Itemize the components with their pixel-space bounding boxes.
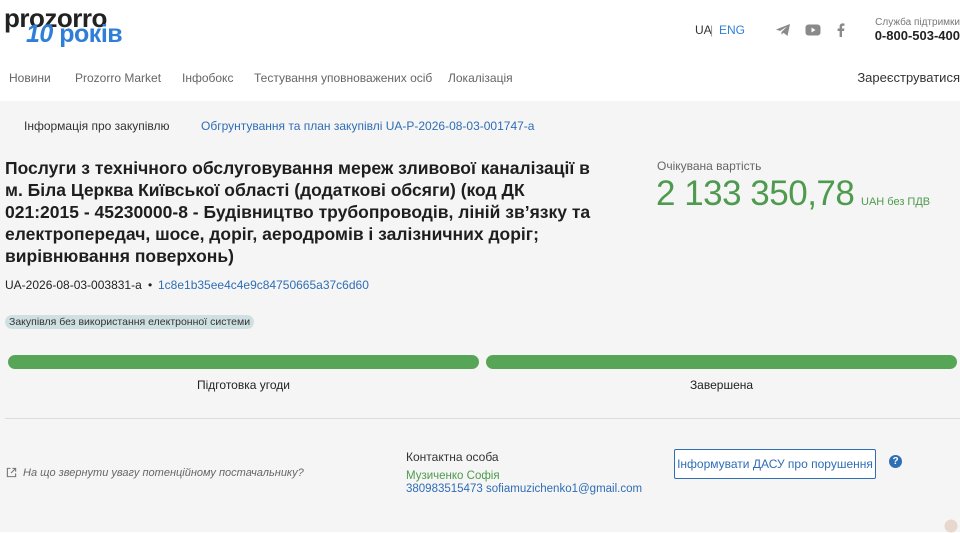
stage-progress-bar-preparation (8, 355, 479, 369)
nav-item-infobox[interactable]: Інфобокс (182, 71, 233, 85)
nav-item-testing[interactable]: Тестування уповноважених осіб (254, 71, 432, 85)
telegram-icon[interactable] (775, 22, 791, 38)
expected-value-currency: UAH без ПДВ (861, 196, 931, 208)
report-violation-button[interactable]: Інформувати ДАСУ про порушення (674, 449, 876, 479)
youtube-icon[interactable] (805, 22, 821, 38)
supplier-hint-link[interactable]: На що звернути увагу потенційному постач… (23, 467, 304, 479)
support-label: Служба підтримки (875, 17, 960, 28)
tender-title: Послуги з технічного обслуговування мере… (5, 158, 591, 266)
scroll-top-icon[interactable] (944, 519, 958, 533)
help-icon[interactable]: ? (889, 455, 902, 468)
contact-person-name: Музиченко Софія (406, 470, 500, 482)
nav-item-market[interactable]: Prozorro Market (75, 71, 161, 85)
lang-eng-link[interactable]: ENG (719, 23, 745, 37)
lang-separator: | (710, 23, 714, 37)
logo-anniversary: 10 років (26, 20, 123, 48)
stage-progress-bar-completed (486, 355, 957, 369)
expected-value-amount: 2 133 350,78 (656, 174, 855, 213)
expected-value-label: Очікувана вартість (657, 159, 762, 173)
stage-label-completed: Завершена (689, 378, 754, 392)
logo-anniversary-number: 10 (26, 20, 53, 48)
logo-anniversary-word: років (59, 20, 123, 48)
nav-item-news[interactable]: Новини (9, 71, 51, 85)
contact-person-label: Контактна особа (406, 450, 499, 464)
tender-id: UA-2026-08-03-003831-a (5, 278, 142, 292)
tab-procurement-info[interactable]: Інформація про закупівлю (24, 119, 169, 133)
register-link[interactable]: Зареєструватися (857, 70, 960, 85)
tender-hash-link[interactable]: 1c8e1b35ee4c4e9c84750665a37c6d60 (158, 278, 369, 292)
support-phone[interactable]: 0-800-503-400 (840, 28, 960, 43)
procurement-plan-link[interactable]: Обгрунтування та план закупівлі UA-P-202… (201, 119, 534, 133)
procurement-type-badge: Закупівля без використання електронної с… (5, 315, 255, 329)
nav-item-localization[interactable]: Локалізація (448, 71, 513, 85)
external-link-icon[interactable] (6, 467, 17, 478)
section-divider (5, 418, 960, 419)
id-separator: • (148, 278, 153, 292)
contact-person-details[interactable]: 380983515473 sofiamuzichenko1@gmail.com (406, 483, 642, 495)
stage-label-preparation: Підготовка угоди (197, 378, 290, 392)
